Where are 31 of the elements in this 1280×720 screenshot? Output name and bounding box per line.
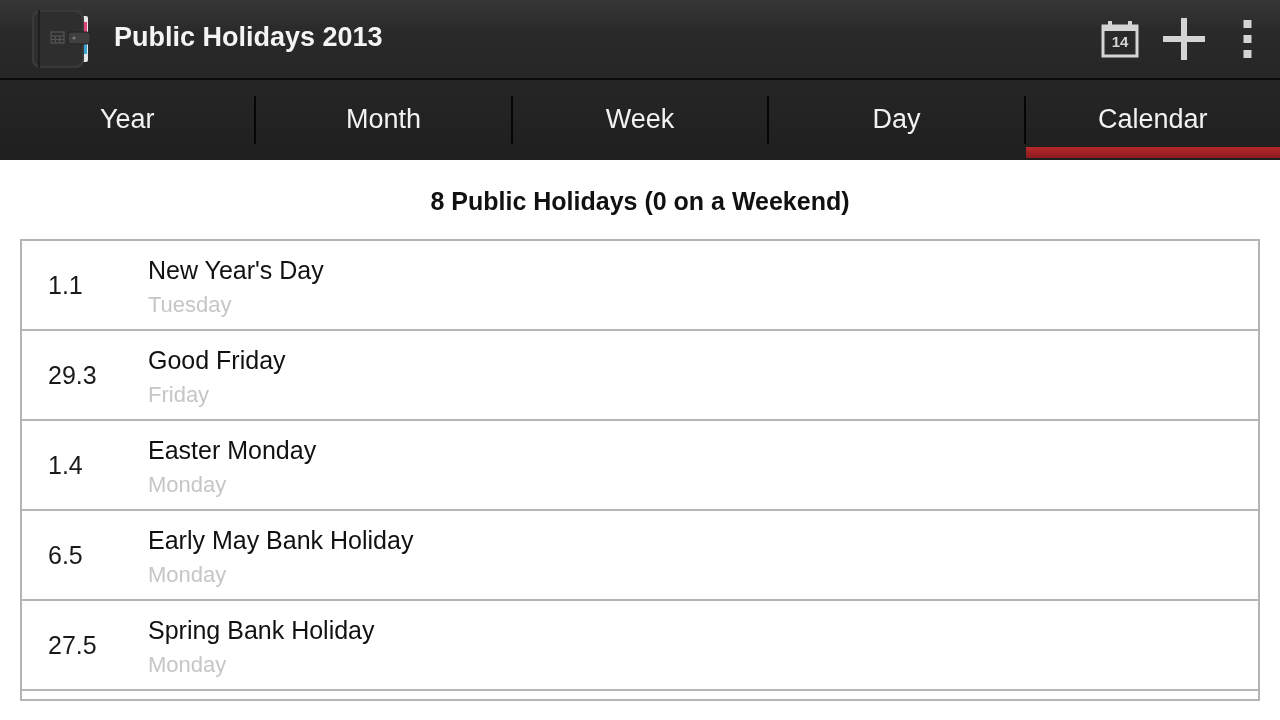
notebook-icon[interactable]	[32, 10, 90, 68]
holiday-weekday: Monday	[148, 472, 227, 498]
holiday-weekday: Monday	[148, 562, 227, 588]
view-tab[interactable]: Month	[256, 80, 511, 160]
holiday-name: Good Friday	[148, 345, 286, 376]
holiday-summary: 8 Public Holidays (0 on a Weekend)	[429, 186, 851, 217]
holiday-name: Early May Bank Holiday	[148, 525, 414, 556]
holiday-date: 6.5	[47, 540, 84, 570]
app-title: Public Holidays 2013	[114, 21, 383, 53]
holiday-name: Spring Bank Holiday	[148, 615, 375, 646]
view-tab[interactable]: Day	[769, 80, 1024, 160]
holiday-row[interactable]: 27.5 Spring Bank Holiday Monday	[22, 601, 1258, 691]
holiday-row[interactable]: 1.4 Easter Monday Monday	[22, 421, 1258, 511]
holiday-weekday: Tuesday	[148, 292, 232, 318]
overflow-menu-icon[interactable]	[1243, 20, 1252, 58]
today-button[interactable]: 14	[1101, 20, 1139, 58]
holiday-date: 1.1	[47, 270, 84, 300]
holiday-weekday: Friday	[148, 382, 210, 408]
holiday-name: Easter Monday	[148, 435, 317, 466]
holiday-date: 27.5	[47, 630, 98, 660]
add-icon[interactable]	[1163, 18, 1205, 60]
calendar-icon	[1101, 20, 1139, 58]
holiday-date: 29.3	[47, 360, 98, 390]
view-tab[interactable]: Week	[512, 80, 768, 160]
holiday-date: 1.4	[47, 450, 84, 480]
view-tab[interactable]: Year	[0, 80, 255, 160]
holiday-row[interactable]: 6.5 Early May Bank Holiday Monday	[22, 511, 1258, 601]
holiday-name: New Year's Day	[148, 255, 324, 286]
holiday-weekday: Monday	[148, 652, 227, 678]
holiday-row[interactable]: 29.3 Good Friday Friday	[22, 331, 1258, 421]
holiday-row[interactable]: 1.1 New Year's Day Tuesday	[22, 241, 1258, 331]
